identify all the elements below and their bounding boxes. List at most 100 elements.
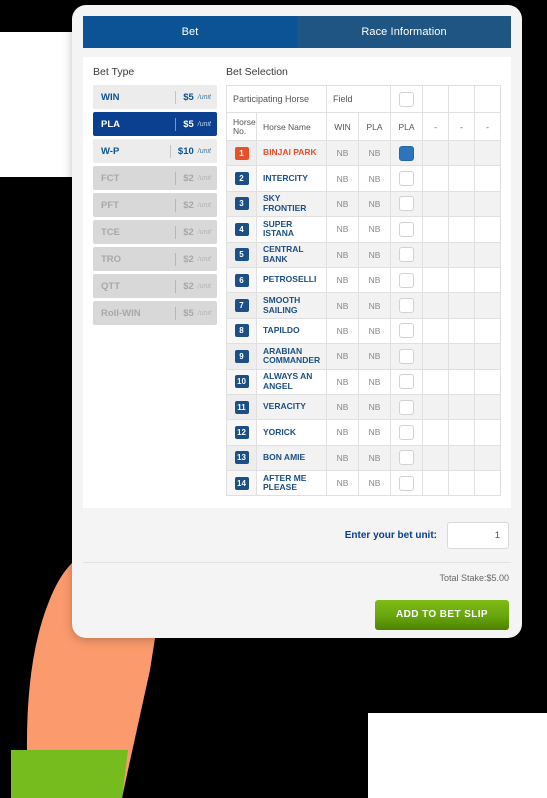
- horse-no-badge: 1: [234, 146, 249, 160]
- win-odds-cell: NB: [325, 190, 359, 218]
- table-row[interactable]: 11 VERACITY NB NB: [226, 393, 501, 421]
- table-row[interactable]: 8 TAPILDO NB NB: [226, 317, 501, 345]
- extra-cell-2: [448, 317, 475, 345]
- table-row[interactable]: 3 SKY FRONTIER NB NB: [226, 190, 501, 218]
- horse-name-cell: TAPILDO: [256, 317, 327, 345]
- pla-select-checkbox[interactable]: [399, 424, 414, 440]
- table-row[interactable]: 7 SMOOTH SAILING NB NB: [226, 292, 501, 319]
- pla-select-cell[interactable]: [390, 393, 423, 421]
- horse-no-badge: 12: [234, 425, 249, 439]
- bet-selection-heading: Bet Selection: [226, 66, 288, 78]
- pla-select-checkbox[interactable]: [399, 399, 414, 415]
- extra-cell-3: [474, 139, 501, 167]
- horse-no-cell: 7: [226, 292, 257, 319]
- add-to-bet-slip-button[interactable]: ADD TO BET SLIP: [375, 600, 509, 631]
- column-header-extra-2: -: [448, 112, 475, 141]
- table-row[interactable]: 10 ALWAYS AN ANGEL NB NB: [226, 368, 501, 395]
- total-stake: Total Stake:$5.00: [439, 573, 509, 584]
- extra-cell-2: [448, 444, 475, 472]
- pla-select-checkbox[interactable]: [399, 475, 414, 491]
- pla-select-checkbox[interactable]: [399, 145, 414, 161]
- table-row[interactable]: 2 INTERCITY NB NB: [226, 165, 501, 192]
- extra-cell-1: [422, 368, 449, 395]
- pla-select-checkbox[interactable]: [399, 272, 414, 288]
- extra-cell-3: [474, 368, 501, 395]
- pla-select-cell[interactable]: [390, 444, 423, 472]
- horse-no-badge: 4: [234, 222, 249, 236]
- bet-type-item-win[interactable]: WIN $5/unit: [93, 85, 217, 109]
- horse-rows-body: 1 BINJAI PARK NB NB 2 INTERCITY NB NB 3 SKY FRONT…: [226, 139, 501, 497]
- pla-select-cell[interactable]: [390, 470, 423, 497]
- pla-select-checkbox[interactable]: [399, 221, 414, 237]
- win-odds-cell: NB: [325, 393, 359, 421]
- tab-race-information-label: Race Information: [361, 26, 447, 38]
- bet-type-unit-suffix: /unit: [197, 201, 211, 209]
- pla-odds-cell: NB: [357, 139, 392, 167]
- horse-name-cell: BINJAI PARK: [256, 139, 327, 167]
- pla-select-cell[interactable]: [390, 419, 423, 446]
- pla-select-cell[interactable]: [390, 165, 423, 192]
- extra-cell-3: [474, 393, 501, 421]
- bet-type-divider: [175, 198, 177, 212]
- extra-cell-2: [448, 292, 475, 319]
- table-row[interactable]: 6 PETROSELLI NB NB: [226, 266, 501, 294]
- extra-cell-3: [474, 343, 501, 370]
- extra-cell-2: [448, 368, 475, 395]
- horse-no-badge: 3: [234, 197, 249, 211]
- extra-cell-1: [422, 190, 449, 218]
- bet-type-price: $10: [177, 145, 194, 157]
- horse-no-badge: 7: [234, 299, 249, 313]
- horse-name-cell: SMOOTH SAILING: [256, 292, 327, 319]
- table-row[interactable]: 13 BON AMIE NB NB: [226, 444, 501, 472]
- table-row[interactable]: 9 ARABIAN COMMANDER NB NB: [226, 343, 501, 370]
- pla-select-cell[interactable]: [390, 343, 423, 370]
- tab-race-information[interactable]: Race Information: [297, 16, 511, 48]
- bet-type-unit-suffix: /unit: [197, 174, 211, 182]
- table-row[interactable]: 12 YORICK NB NB: [226, 419, 501, 446]
- pla-select-cell[interactable]: [390, 241, 423, 268]
- horse-no-badge: 5: [234, 248, 249, 262]
- pla-select-cell[interactable]: [390, 292, 423, 319]
- bet-type-price: $2: [183, 280, 194, 292]
- pla-select-checkbox[interactable]: [399, 298, 414, 314]
- table-row[interactable]: 1 BINJAI PARK NB NB: [226, 139, 501, 167]
- extra-cell-3: [474, 470, 501, 497]
- pla-select-checkbox[interactable]: [399, 348, 414, 364]
- bet-unit-input[interactable]: [447, 522, 509, 550]
- tab-bet[interactable]: Bet: [83, 16, 297, 48]
- extra-cell-1: [422, 393, 449, 421]
- pla-select-checkbox[interactable]: [399, 196, 414, 212]
- bet-type-unit-suffix: /unit: [197, 228, 211, 236]
- pla-select-cell[interactable]: [390, 190, 423, 218]
- extra-cell-3: [474, 444, 501, 472]
- bet-type-item-qtt: QTT $2/unit: [93, 274, 217, 298]
- pla-select-checkbox[interactable]: [399, 374, 414, 390]
- pla-select-checkbox[interactable]: [399, 171, 414, 187]
- table-row[interactable]: 14 AFTER ME PLEASE NB NB: [226, 470, 501, 497]
- bet-type-heading: Bet Type: [93, 66, 135, 78]
- win-odds-cell: NB: [325, 470, 359, 497]
- pla-select-cell[interactable]: [390, 139, 423, 167]
- pla-select-cell[interactable]: [390, 216, 423, 243]
- table-row[interactable]: 4 SUPER ISTANA NB NB: [226, 216, 501, 243]
- win-odds-cell: NB: [325, 139, 359, 167]
- pla-odds-cell: NB: [357, 368, 392, 395]
- tab-bet-label: Bet: [181, 26, 199, 38]
- bet-type-price: $2: [183, 172, 194, 184]
- extra-cell-1: [422, 317, 449, 345]
- pla-select-cell[interactable]: [390, 368, 423, 395]
- pla-select-checkbox[interactable]: [399, 247, 414, 263]
- pla-select-checkbox[interactable]: [399, 450, 414, 466]
- pla-select-cell[interactable]: [390, 266, 423, 294]
- table-row[interactable]: 5 CENTRAL BANK NB NB: [226, 241, 501, 268]
- win-odds-cell: NB: [325, 216, 359, 243]
- pla-select-cell[interactable]: [390, 317, 423, 345]
- bet-type-item-pla[interactable]: PLA $5/unit: [93, 112, 217, 136]
- field-select-all-checkbox[interactable]: [399, 91, 414, 107]
- bet-type-item-w-p[interactable]: W-P $10/unit: [93, 139, 217, 163]
- pla-select-checkbox[interactable]: [399, 323, 414, 339]
- extra-cell-1: [422, 470, 449, 497]
- bet-type-divider: [175, 306, 177, 320]
- field-select-all-cell[interactable]: [390, 85, 423, 113]
- group-header-extra-1: [422, 85, 449, 113]
